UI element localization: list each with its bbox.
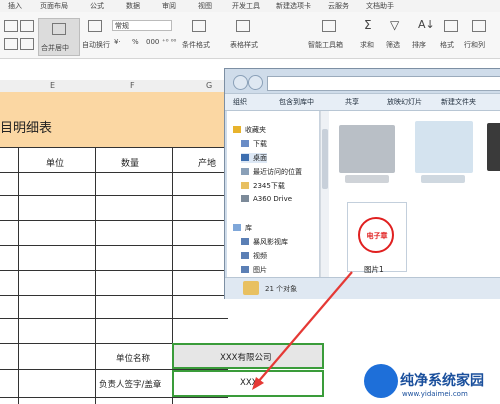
watermark-text: 纯净系统家园 — [400, 373, 484, 389]
watermark-url: www.yidaimei.com — [402, 390, 468, 398]
drag-arrow — [252, 271, 353, 390]
watermark-logo — [364, 364, 398, 398]
